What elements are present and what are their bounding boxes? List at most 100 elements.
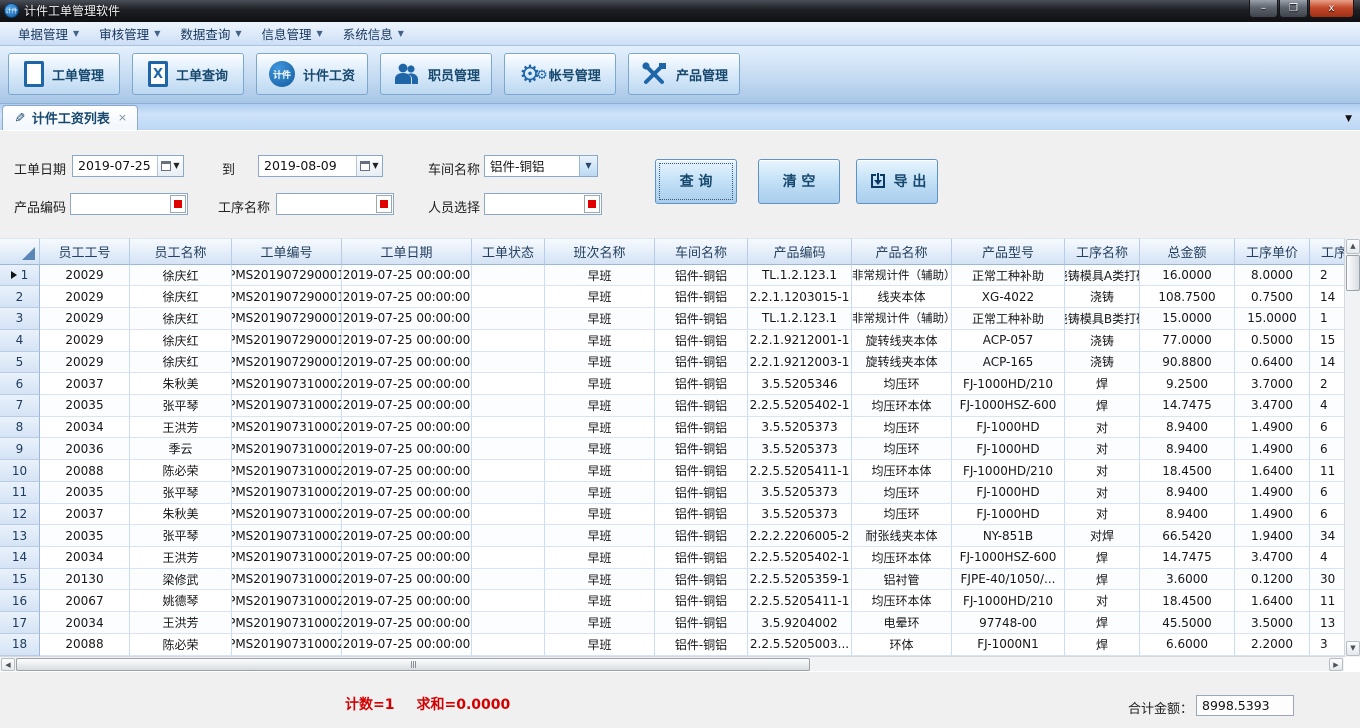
grid-cell: 0.5000 [1235,330,1310,352]
tab-piecework-wage-list[interactable]: ✎ 计件工资列表 × [2,105,138,130]
table-row[interactable]: 1620067姚德琴PMS2019073100022019-07-25 00:0… [0,590,1344,612]
row-number-cell: 11 [0,482,40,504]
query-button[interactable]: 查 询 [655,159,737,204]
column-header-14[interactable]: 工序数量 [1310,238,1344,265]
row-number: 2 [16,290,24,304]
person-picker-button[interactable] [584,195,600,213]
column-header-8[interactable]: 产品编码 [748,238,852,265]
toolbar-button-6[interactable]: 产品管理 [628,53,740,95]
grid-cell: 早班 [545,460,655,482]
table-row[interactable]: 1820088陈必荣PMS2019073100022019-07-25 00:0… [0,634,1344,656]
grid-cell: 1.6400 [1235,590,1310,612]
table-row[interactable]: 920036季云PMS2019073100022019-07-25 00:00:… [0,438,1344,460]
grid-cell: PMS201907310002 [232,569,342,591]
grid-corner-header[interactable] [0,238,40,265]
table-row[interactable]: 120029徐庆红PMS2019072900012019-07-25 00:00… [0,265,1344,287]
row-number-cell: 18 [0,634,40,656]
table-row[interactable]: 1520130梁修武PMS2019073100022019-07-25 00:0… [0,569,1344,591]
grid-cell: 铝件-铜铝 [655,308,748,330]
menu-item-1[interactable]: 单据管理▼ [8,22,89,45]
table-row[interactable]: 420029徐庆红PMS2019072900012019-07-25 00:00… [0,330,1344,352]
process-picker-button[interactable] [376,195,392,213]
scroll-right-icon[interactable]: ▶ [1329,658,1343,671]
table-row[interactable]: 320029徐庆红PMS2019072900012019-07-25 00:00… [0,308,1344,330]
red-square-icon [380,200,388,208]
product-code-input[interactable] [70,193,188,215]
horizontal-scroll-thumb[interactable] [16,658,810,671]
grid-cell: 4 [1310,547,1344,569]
toolbar-button-1[interactable]: 工单管理 [8,53,120,95]
table-row[interactable]: 1020088陈必荣PMS2019073100022019-07-25 00:0… [0,460,1344,482]
clear-button[interactable]: 清 空 [758,159,840,204]
row-number: 11 [12,485,27,499]
minimize-button[interactable]: – [1249,0,1278,18]
restore-button[interactable]: ❐ [1279,0,1308,18]
scroll-down-icon[interactable]: ▼ [1346,641,1360,656]
date-to-input[interactable]: 2019-08-09 ▼ [258,155,383,177]
toolbar-button-3[interactable]: 计件计件工资 [256,53,368,95]
combo-dropdown-icon[interactable]: ▼ [579,156,597,176]
grid-cell: 旋转线夹本体 [852,330,952,352]
calendar-dropdown-icon[interactable]: ▼ [356,156,382,176]
scroll-left-icon[interactable]: ◀ [1,658,15,671]
column-header-11[interactable]: 工序名称 [1065,238,1140,265]
tab-list-dropdown-icon[interactable]: ▼ [1345,114,1352,124]
table-row[interactable]: 1220037朱秋美PMS2019073100022019-07-25 00:0… [0,504,1344,526]
product-code-picker-button[interactable] [170,195,186,213]
column-header-13[interactable]: 工序单价 [1235,238,1310,265]
process-input[interactable] [276,193,394,215]
menu-item-3[interactable]: 数据查询▼ [170,22,251,45]
menu-item-label: 单据管理 [18,24,68,43]
grid-cell [472,504,545,526]
total-amount-field[interactable]: 8998.5393 [1196,695,1294,716]
export-button[interactable]: 导 出 [856,159,938,204]
toolbar-button-5[interactable]: ⚙⚙帐号管理 [504,53,616,95]
horizontal-scrollbar[interactable]: ◀ ▶ [0,656,1344,671]
row-number: 8 [16,420,24,434]
table-row[interactable]: 1420034王洪芳PMS2019073100022019-07-25 00:0… [0,547,1344,569]
close-button[interactable]: x [1309,0,1354,18]
scroll-up-icon[interactable]: ▲ [1346,239,1360,254]
column-header-7[interactable]: 车间名称 [655,238,748,265]
menu-item-4[interactable]: 信息管理▼ [252,22,333,45]
column-header-2[interactable]: 员工名称 [130,238,232,265]
toolbar-button-label: 计件工资 [303,65,355,84]
table-row[interactable]: 620037朱秋美PMS2019073100022019-07-25 00:00… [0,373,1344,395]
menu-item-2[interactable]: 审核管理▼ [89,22,170,45]
column-header-3[interactable]: 工单编号 [232,238,342,265]
column-header-10[interactable]: 产品型号 [952,238,1065,265]
column-header-9[interactable]: 产品名称 [852,238,952,265]
toolbar-button-2[interactable]: X工单查询 [132,53,244,95]
date-from-input[interactable]: 2019-07-25 ▼ [72,155,184,177]
table-row[interactable]: 820034王洪芳PMS2019073100022019-07-25 00:00… [0,417,1344,439]
table-row[interactable]: 520029徐庆红PMS2019072900012019-07-25 00:00… [0,352,1344,374]
tab-close-icon[interactable]: × [118,111,127,124]
table-row[interactable]: 1120035张平琴PMS2019073100022019-07-25 00:0… [0,482,1344,504]
vertical-scroll-thumb[interactable] [1346,255,1360,291]
column-header-6[interactable]: 班次名称 [545,238,655,265]
row-number: 3 [16,311,24,325]
menu-item-5[interactable]: 系统信息▼ [333,22,414,45]
toolbar-button-4[interactable]: 职员管理 [380,53,492,95]
row-number-cell: 9 [0,438,40,460]
grid-cell: 2019-07-25 00:00:00 [342,460,472,482]
grid-cell: 焊 [1065,569,1140,591]
column-header-4[interactable]: 工单日期 [342,238,472,265]
column-header-12[interactable]: 总金额 [1140,238,1235,265]
table-row[interactable]: 1320035张平琴PMS2019073100022019-07-25 00:0… [0,525,1344,547]
table-row[interactable]: 220029徐庆红PMS2019072900012019-07-25 00:00… [0,286,1344,308]
grid-cell: 铝件-铜铝 [655,330,748,352]
column-header-1[interactable]: 员工工号 [40,238,130,265]
vertical-scrollbar[interactable]: ▲ ▼ [1344,238,1360,657]
table-row[interactable]: 1720034王洪芳PMS2019073100022019-07-25 00:0… [0,612,1344,634]
table-row[interactable]: 720035张平琴PMS2019073100022019-07-25 00:00… [0,395,1344,417]
row-number: 12 [12,507,27,521]
grid-cell: 77.0000 [1140,330,1235,352]
workorder-doc-icon [24,61,44,87]
workshop-combo[interactable]: 铝件-铜铝 ▼ [484,155,598,177]
column-header-5[interactable]: 工单状态 [472,238,545,265]
calendar-dropdown-icon[interactable]: ▼ [157,156,183,176]
person-input[interactable] [484,193,602,215]
row-number-cell: 8 [0,417,40,439]
grid-cell: 焊 [1065,395,1140,417]
